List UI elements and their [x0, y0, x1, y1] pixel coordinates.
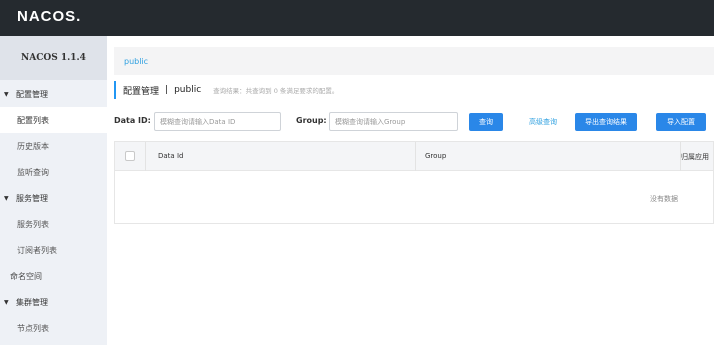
sidebar-group-service-management[interactable]: ▼ 服务管理	[0, 185, 107, 211]
nacos-logo[interactable]: NACOS.	[17, 8, 81, 25]
page-title: 配置管理	[123, 86, 160, 97]
empty-table-message: 没有数据	[650, 195, 678, 203]
sidebar-group-label: 配置管理	[16, 89, 48, 99]
sidebar-item-config-list[interactable]: 配置列表	[0, 107, 107, 133]
sidebar-item-label: 订阅者列表	[17, 245, 57, 255]
sidebar-item-label: 节点列表	[17, 323, 49, 333]
column-header-app[interactable]: 归属应用	[681, 152, 709, 162]
import-config-button[interactable]: 导入配置	[656, 113, 706, 131]
config-table: Data Id Group 归属应用 没有数据	[114, 141, 714, 224]
sidebar: NACOS 1.1.4 ▼ 配置管理 配置列表 历史版本 监听查询 ▼ 服务管理…	[0, 36, 107, 345]
namespace-link[interactable]: public	[124, 57, 148, 66]
caret-down-icon: ▼	[4, 194, 9, 202]
page-namespace: public	[174, 85, 202, 95]
sidebar-item-namespace[interactable]: 命名空间	[0, 263, 107, 289]
column-divider	[145, 142, 146, 171]
sidebar-item-subscriber-list[interactable]: 订阅者列表	[0, 237, 107, 263]
namespace-breadcrumb: public	[114, 47, 714, 75]
caret-down-icon: ▼	[4, 90, 9, 98]
data-id-label: Data ID:	[114, 116, 151, 125]
column-header-group[interactable]: Group	[425, 152, 446, 160]
advanced-query-button[interactable]: 高级查询	[519, 113, 567, 131]
version-label: NACOS 1.1.4	[0, 36, 107, 80]
sidebar-item-service-list[interactable]: 服务列表	[0, 211, 107, 237]
sidebar-item-node-list[interactable]: 节点列表	[0, 315, 107, 341]
sidebar-group-config-management[interactable]: ▼ 配置管理	[0, 81, 107, 107]
export-query-results-button[interactable]: 导出查询结果	[575, 113, 637, 131]
sidebar-group-label: 集群管理	[16, 297, 48, 307]
sidebar-item-label: 历史版本	[17, 141, 49, 151]
page-title-row: 配置管理 | public 查询结果：共查询到 0 条满足要求的配置。	[114, 81, 338, 99]
title-separator: |	[165, 85, 169, 95]
query-button[interactable]: 查询	[469, 113, 503, 131]
table-header: Data Id Group 归属应用	[115, 142, 713, 171]
top-navbar: NACOS.	[0, 0, 714, 36]
sidebar-group-label: 服务管理	[16, 193, 48, 203]
sidebar-item-history-versions[interactable]: 历史版本	[0, 133, 107, 159]
sidebar-item-listener-query[interactable]: 监听查询	[0, 159, 107, 185]
group-input[interactable]	[329, 112, 458, 131]
sidebar-item-label: 命名空间	[10, 271, 42, 281]
sidebar-item-label: 配置列表	[17, 115, 49, 125]
column-divider	[415, 142, 416, 171]
sidebar-item-label: 服务列表	[17, 219, 49, 229]
select-all-checkbox[interactable]	[125, 151, 135, 161]
sidebar-item-label: 监听查询	[17, 167, 49, 177]
title-accent-bar	[114, 81, 116, 99]
data-id-input[interactable]	[154, 112, 281, 131]
column-header-data-id[interactable]: Data Id	[158, 152, 183, 160]
sidebar-group-cluster-management[interactable]: ▼ 集群管理	[0, 289, 107, 315]
query-result-text: 查询结果：共查询到 0 条满足要求的配置。	[213, 87, 339, 95]
group-label: Group:	[296, 116, 327, 125]
caret-down-icon: ▼	[4, 298, 9, 306]
